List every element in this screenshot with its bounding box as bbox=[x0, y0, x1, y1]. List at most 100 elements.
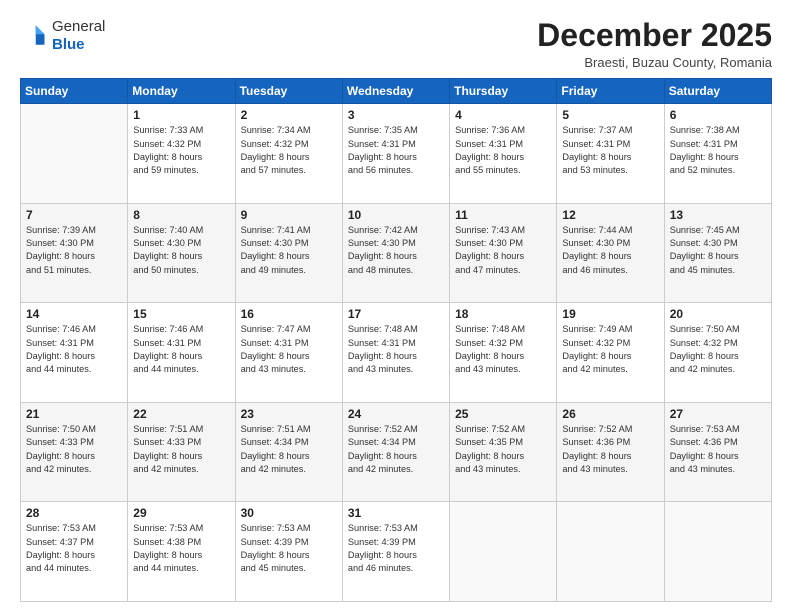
day-info: Sunrise: 7:45 AM Sunset: 4:30 PM Dayligh… bbox=[670, 224, 766, 277]
month-year: December 2025 bbox=[537, 18, 772, 53]
calendar-cell: 5 Sunrise: 7:37 AM Sunset: 4:31 PM Daylig… bbox=[557, 104, 664, 204]
title-block: December 2025 Braesti, Buzau County, Rom… bbox=[537, 18, 772, 70]
day-number: 14 bbox=[26, 307, 122, 321]
calendar-week-row: 28 Sunrise: 7:53 AM Sunset: 4:37 PM Dayli… bbox=[21, 502, 772, 602]
calendar-cell: 31Sunrise: 7:53 AM Sunset: 4:39 PM Dayli… bbox=[342, 502, 449, 602]
day-number: 5 bbox=[562, 108, 658, 122]
day-number: 17 bbox=[348, 307, 444, 321]
day-number: 21 bbox=[26, 407, 122, 421]
day-info: Sunrise: 7:46 AM Sunset: 4:31 PM Dayligh… bbox=[133, 323, 229, 376]
day-info: Sunrise: 7:39 AM Sunset: 4:30 PM Dayligh… bbox=[26, 224, 122, 277]
calendar-cell: 24Sunrise: 7:52 AM Sunset: 4:34 PM Dayli… bbox=[342, 402, 449, 502]
day-info: Sunrise: 7:52 AM Sunset: 4:36 PM Dayligh… bbox=[562, 423, 658, 476]
calendar-cell: 15 Sunrise: 7:46 AM Sunset: 4:31 PM Dayli… bbox=[128, 303, 235, 403]
day-number: 20 bbox=[670, 307, 766, 321]
day-info: Sunrise: 7:46 AM Sunset: 4:31 PM Dayligh… bbox=[26, 323, 122, 376]
day-info: Sunrise: 7:33 AM Sunset: 4:32 PM Dayligh… bbox=[133, 124, 229, 177]
day-number: 22 bbox=[133, 407, 229, 421]
header: General Blue December 2025 Braesti, Buza… bbox=[20, 18, 772, 70]
logo-general: General bbox=[52, 18, 105, 35]
calendar-cell: 9 Sunrise: 7:41 AM Sunset: 4:30 PM Daylig… bbox=[235, 203, 342, 303]
day-info: Sunrise: 7:53 AM Sunset: 4:37 PM Dayligh… bbox=[26, 522, 122, 575]
day-number: 29 bbox=[133, 506, 229, 520]
day-number: 26 bbox=[562, 407, 658, 421]
day-number: 6 bbox=[670, 108, 766, 122]
calendar-week-row: 7 Sunrise: 7:39 AM Sunset: 4:30 PM Daylig… bbox=[21, 203, 772, 303]
day-info: Sunrise: 7:43 AM Sunset: 4:30 PM Dayligh… bbox=[455, 224, 551, 277]
day-header-wednesday: Wednesday bbox=[342, 79, 449, 104]
day-info: Sunrise: 7:37 AM Sunset: 4:31 PM Dayligh… bbox=[562, 124, 658, 177]
day-number: 25 bbox=[455, 407, 551, 421]
day-number: 12 bbox=[562, 208, 658, 222]
day-info: Sunrise: 7:40 AM Sunset: 4:30 PM Dayligh… bbox=[133, 224, 229, 277]
day-number: 13 bbox=[670, 208, 766, 222]
day-number: 1 bbox=[133, 108, 229, 122]
day-number: 2 bbox=[241, 108, 337, 122]
day-info: Sunrise: 7:38 AM Sunset: 4:31 PM Dayligh… bbox=[670, 124, 766, 177]
day-number: 15 bbox=[133, 307, 229, 321]
calendar-week-row: 14 Sunrise: 7:46 AM Sunset: 4:31 PM Dayli… bbox=[21, 303, 772, 403]
day-info: Sunrise: 7:52 AM Sunset: 4:34 PM Dayligh… bbox=[348, 423, 444, 476]
logo-icon bbox=[20, 22, 48, 50]
calendar-cell: 26 Sunrise: 7:52 AM Sunset: 4:36 PM Dayli… bbox=[557, 402, 664, 502]
day-info: Sunrise: 7:48 AM Sunset: 4:32 PM Dayligh… bbox=[455, 323, 551, 376]
day-number: 8 bbox=[133, 208, 229, 222]
calendar-cell: 17Sunrise: 7:48 AM Sunset: 4:31 PM Dayli… bbox=[342, 303, 449, 403]
day-number: 19 bbox=[562, 307, 658, 321]
day-number: 23 bbox=[241, 407, 337, 421]
day-number: 16 bbox=[241, 307, 337, 321]
calendar-cell: 7 Sunrise: 7:39 AM Sunset: 4:30 PM Daylig… bbox=[21, 203, 128, 303]
day-number: 7 bbox=[26, 208, 122, 222]
calendar-week-row: 21 Sunrise: 7:50 AM Sunset: 4:33 PM Dayli… bbox=[21, 402, 772, 502]
calendar-cell: 20 Sunrise: 7:50 AM Sunset: 4:32 PM Dayli… bbox=[664, 303, 771, 403]
calendar-cell: 1 Sunrise: 7:33 AM Sunset: 4:32 PM Daylig… bbox=[128, 104, 235, 204]
day-number: 3 bbox=[348, 108, 444, 122]
day-info: Sunrise: 7:47 AM Sunset: 4:31 PM Dayligh… bbox=[241, 323, 337, 376]
day-header-sunday: Sunday bbox=[21, 79, 128, 104]
day-header-tuesday: Tuesday bbox=[235, 79, 342, 104]
day-info: Sunrise: 7:44 AM Sunset: 4:30 PM Dayligh… bbox=[562, 224, 658, 277]
calendar-cell: 21 Sunrise: 7:50 AM Sunset: 4:33 PM Dayli… bbox=[21, 402, 128, 502]
calendar-table: SundayMondayTuesdayWednesdayThursdayFrid… bbox=[20, 78, 772, 602]
calendar-cell bbox=[450, 502, 557, 602]
calendar-cell: 8 Sunrise: 7:40 AM Sunset: 4:30 PM Daylig… bbox=[128, 203, 235, 303]
day-info: Sunrise: 7:50 AM Sunset: 4:32 PM Dayligh… bbox=[670, 323, 766, 376]
page: General Blue December 2025 Braesti, Buza… bbox=[0, 0, 792, 612]
calendar-cell: 23 Sunrise: 7:51 AM Sunset: 4:34 PM Dayli… bbox=[235, 402, 342, 502]
day-info: Sunrise: 7:51 AM Sunset: 4:34 PM Dayligh… bbox=[241, 423, 337, 476]
day-header-thursday: Thursday bbox=[450, 79, 557, 104]
calendar-cell: 16 Sunrise: 7:47 AM Sunset: 4:31 PM Dayli… bbox=[235, 303, 342, 403]
calendar-cell bbox=[557, 502, 664, 602]
day-info: Sunrise: 7:35 AM Sunset: 4:31 PM Dayligh… bbox=[348, 124, 444, 177]
logo-blue: Blue bbox=[52, 36, 85, 53]
calendar-header-row: SundayMondayTuesdayWednesdayThursdayFrid… bbox=[21, 79, 772, 104]
calendar-cell: 25 Sunrise: 7:52 AM Sunset: 4:35 PM Dayli… bbox=[450, 402, 557, 502]
day-info: Sunrise: 7:53 AM Sunset: 4:39 PM Dayligh… bbox=[241, 522, 337, 575]
day-number: 28 bbox=[26, 506, 122, 520]
day-info: Sunrise: 7:53 AM Sunset: 4:36 PM Dayligh… bbox=[670, 423, 766, 476]
calendar-week-row: 1 Sunrise: 7:33 AM Sunset: 4:32 PM Daylig… bbox=[21, 104, 772, 204]
calendar-cell: 30 Sunrise: 7:53 AM Sunset: 4:39 PM Dayli… bbox=[235, 502, 342, 602]
day-header-friday: Friday bbox=[557, 79, 664, 104]
calendar-cell: 13 Sunrise: 7:45 AM Sunset: 4:30 PM Dayli… bbox=[664, 203, 771, 303]
calendar-cell: 10Sunrise: 7:42 AM Sunset: 4:30 PM Dayli… bbox=[342, 203, 449, 303]
calendar-cell bbox=[664, 502, 771, 602]
calendar-cell: 11Sunrise: 7:43 AM Sunset: 4:30 PM Dayli… bbox=[450, 203, 557, 303]
calendar-cell: 18Sunrise: 7:48 AM Sunset: 4:32 PM Dayli… bbox=[450, 303, 557, 403]
day-info: Sunrise: 7:52 AM Sunset: 4:35 PM Dayligh… bbox=[455, 423, 551, 476]
calendar-cell: 22Sunrise: 7:51 AM Sunset: 4:33 PM Dayli… bbox=[128, 402, 235, 502]
calendar-cell: 19Sunrise: 7:49 AM Sunset: 4:32 PM Dayli… bbox=[557, 303, 664, 403]
day-number: 9 bbox=[241, 208, 337, 222]
day-info: Sunrise: 7:53 AM Sunset: 4:38 PM Dayligh… bbox=[133, 522, 229, 575]
day-info: Sunrise: 7:34 AM Sunset: 4:32 PM Dayligh… bbox=[241, 124, 337, 177]
calendar-cell: 14 Sunrise: 7:46 AM Sunset: 4:31 PM Dayli… bbox=[21, 303, 128, 403]
calendar-cell bbox=[21, 104, 128, 204]
calendar-cell: 4Sunrise: 7:36 AM Sunset: 4:31 PM Daylig… bbox=[450, 104, 557, 204]
day-info: Sunrise: 7:53 AM Sunset: 4:39 PM Dayligh… bbox=[348, 522, 444, 575]
day-info: Sunrise: 7:41 AM Sunset: 4:30 PM Dayligh… bbox=[241, 224, 337, 277]
calendar-cell: 29 Sunrise: 7:53 AM Sunset: 4:38 PM Dayli… bbox=[128, 502, 235, 602]
day-number: 30 bbox=[241, 506, 337, 520]
day-number: 27 bbox=[670, 407, 766, 421]
calendar-cell: 27 Sunrise: 7:53 AM Sunset: 4:36 PM Dayli… bbox=[664, 402, 771, 502]
day-info: Sunrise: 7:50 AM Sunset: 4:33 PM Dayligh… bbox=[26, 423, 122, 476]
